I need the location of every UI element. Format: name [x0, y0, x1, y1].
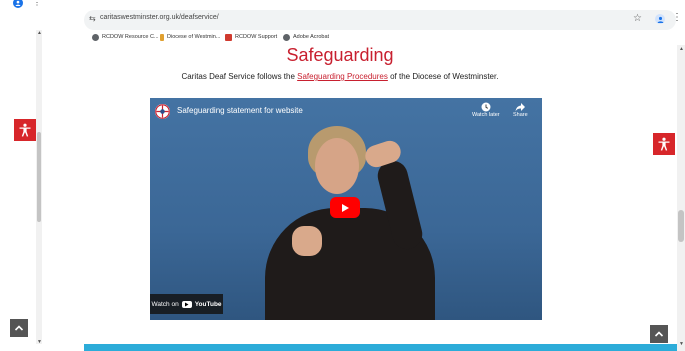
back-to-top-button-left[interactable]: [10, 319, 28, 337]
share-button[interactable]: Share: [513, 102, 528, 118]
chevron-up-icon: [654, 331, 664, 337]
scroll-up-arrow-icon[interactable]: ▲: [37, 30, 42, 36]
youtube-play-icon: [181, 300, 192, 308]
tune-icon[interactable]: ⇆: [89, 14, 96, 23]
youtube-label: YouTube: [194, 300, 222, 308]
globe-icon: [283, 33, 290, 41]
left-scrollbar-thumb[interactable]: [37, 132, 41, 222]
profile-icon[interactable]: [13, 0, 23, 8]
more-icon[interactable]: ⋮: [33, 0, 41, 7]
accessibility-button-left[interactable]: [14, 119, 36, 141]
bookmarks-bar: RCDOW Resource C... Diocese of Westmin..…: [84, 30, 685, 44]
back-to-top-button-right[interactable]: [650, 325, 668, 343]
watch-on-youtube-button[interactable]: Watch on YouTube: [150, 294, 223, 314]
bookmark-label: Diocese of Westmin...: [167, 34, 221, 40]
intro-text: Caritas Deaf Service follows the Safegua…: [84, 72, 596, 81]
scroll-down-arrow-icon[interactable]: ▼: [679, 341, 684, 347]
video-player[interactable]: Safeguarding statement for website Watch…: [150, 98, 542, 320]
share-label: Share: [513, 112, 528, 118]
scroll-up-arrow-icon[interactable]: ▲: [679, 46, 684, 52]
bookmark-label: RCDOW Support: [235, 34, 278, 40]
signer-hand-lower: [292, 226, 322, 256]
channel-logo[interactable]: [155, 104, 170, 119]
bookmark-rcdow-resource[interactable]: RCDOW Resource C...: [92, 30, 159, 44]
bookmark-rcdow-support[interactable]: RCDOW Support: [225, 30, 277, 44]
accessibility-button-right[interactable]: [653, 133, 675, 155]
video-title[interactable]: Safeguarding statement for website: [177, 106, 303, 115]
accessibility-icon: [19, 123, 31, 137]
play-button[interactable]: [330, 197, 360, 218]
safeguarding-procedures-link[interactable]: Safeguarding Procedures: [297, 72, 388, 81]
intro-before: Caritas Deaf Service follows the: [181, 72, 298, 81]
signer-face: [315, 138, 359, 194]
clock-icon: [481, 102, 491, 112]
page-title: Safeguarding: [286, 45, 394, 65]
intro-after: of the Diocese of Westminster.: [387, 72, 499, 81]
profile-icon[interactable]: [655, 14, 665, 24]
bookmark-diocese[interactable]: Diocese of Westmin...: [160, 30, 220, 44]
right-scrollbar-thumb[interactable]: [678, 210, 684, 242]
globe-icon: [92, 33, 99, 41]
watch-on-label: Watch on: [151, 300, 179, 308]
more-icon[interactable]: ⋮: [672, 12, 682, 23]
bookmark-label: Adobe Acrobat: [293, 34, 330, 40]
star-icon[interactable]: ☆: [633, 13, 642, 24]
support-icon: [225, 33, 232, 41]
chevron-up-icon: [14, 325, 24, 331]
scroll-down-arrow-icon[interactable]: ▼: [37, 339, 42, 345]
share-icon: [515, 103, 526, 112]
bookmark-adobe-acrobat[interactable]: Adobe Acrobat: [283, 30, 329, 44]
footer-bar: [84, 344, 677, 351]
play-icon: [342, 203, 349, 212]
diocese-icon: [160, 33, 164, 41]
accessibility-icon: [658, 137, 670, 151]
watch-later-button[interactable]: Watch later: [472, 102, 500, 118]
watch-later-label: Watch later: [472, 112, 500, 118]
right-scrollbar[interactable]: [677, 45, 685, 351]
bookmark-label: RCDOW Resource C...: [102, 34, 159, 40]
url-text[interactable]: caritaswestminster.org.uk/deafservice/: [100, 14, 219, 21]
outer-top-strip: ⋮: [0, 0, 685, 10]
